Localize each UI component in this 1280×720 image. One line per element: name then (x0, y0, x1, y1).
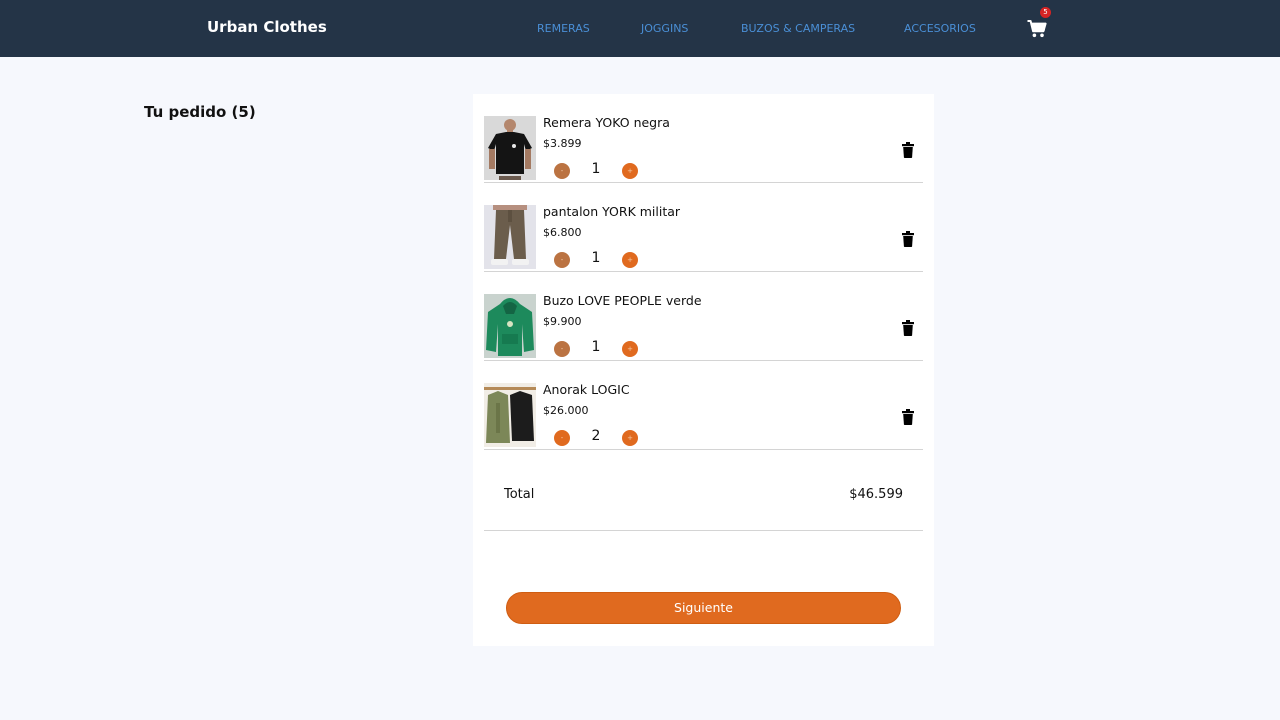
delete-item-button[interactable] (902, 320, 914, 336)
product-price: $6.800 (543, 226, 582, 239)
delete-item-button[interactable] (902, 231, 914, 247)
quantity-value: 1 (591, 339, 601, 355)
increase-quantity-button[interactable]: + (622, 430, 638, 446)
product-name: Anorak LOGIC (543, 382, 630, 397)
product-price: $3.899 (543, 137, 582, 150)
order-total-row: Total $46.599 (484, 459, 923, 531)
plus-icon: + (627, 167, 633, 175)
decrease-quantity-button[interactable]: - (554, 341, 570, 357)
minus-icon: - (560, 167, 564, 175)
plus-icon: + (627, 345, 633, 353)
navbar: Urban Clothes REMERAS JOGGINS BUZOS & CA… (0, 0, 1280, 57)
total-amount: $46.599 (849, 487, 903, 502)
minus-icon: - (560, 345, 564, 353)
product-name: pantalon YORK militar (543, 204, 681, 219)
nav-link-accesorios[interactable]: ACCESORIOS (904, 22, 976, 35)
product-image-pantalon (484, 205, 536, 269)
product-image-buzo (484, 294, 536, 358)
cart-item: Buzo LOVE PEOPLE verde $9.900 - 1 + (484, 272, 923, 361)
trash-icon (902, 142, 914, 158)
decrease-quantity-button[interactable]: - (554, 430, 570, 446)
total-label: Total (504, 487, 535, 502)
increase-quantity-button[interactable]: + (622, 163, 638, 179)
nav-link-buzos-camperas[interactable]: BUZOS & CAMPERAS (741, 22, 855, 35)
delete-item-button[interactable] (902, 142, 914, 158)
cart-item: pantalon YORK militar $6.800 - 1 + (484, 183, 923, 272)
order-title: Tu pedido (5) (144, 103, 256, 121)
nav-link-joggins[interactable]: JOGGINS (641, 22, 688, 35)
cart-item: Anorak LOGIC $26.000 - 2 + (484, 361, 923, 450)
quantity-value: 2 (591, 428, 601, 444)
product-name: Remera YOKO negra (543, 115, 670, 130)
trash-icon (902, 320, 914, 336)
minus-icon: - (560, 434, 564, 442)
plus-icon: + (627, 434, 633, 442)
trash-icon (902, 409, 914, 425)
nav-link-remeras[interactable]: REMERAS (537, 22, 590, 35)
product-price: $26.000 (543, 404, 589, 417)
decrease-quantity-button[interactable]: - (554, 163, 570, 179)
increase-quantity-button[interactable]: + (622, 252, 638, 268)
product-name: Buzo LOVE PEOPLE verde (543, 293, 702, 308)
product-price: $9.900 (543, 315, 582, 328)
decrease-quantity-button[interactable]: - (554, 252, 570, 268)
cart-button[interactable] (1027, 20, 1047, 38)
brand-logo[interactable]: Urban Clothes (207, 18, 327, 36)
plus-icon: + (627, 256, 633, 264)
cart-item: Remera YOKO negra $3.899 - 1 + (484, 94, 923, 183)
minus-icon: - (560, 256, 564, 264)
product-image-anorak (484, 383, 536, 447)
product-image-remera (484, 116, 536, 180)
next-button[interactable]: Siguiente (506, 592, 901, 624)
cart-count-badge: 5 (1040, 7, 1051, 18)
order-panel: Remera YOKO negra $3.899 - 1 + pantalon … (473, 94, 934, 646)
quantity-value: 1 (591, 161, 601, 177)
cart-icon (1027, 20, 1047, 38)
delete-item-button[interactable] (902, 409, 914, 425)
trash-icon (902, 231, 914, 247)
quantity-value: 1 (591, 250, 601, 266)
increase-quantity-button[interactable]: + (622, 341, 638, 357)
